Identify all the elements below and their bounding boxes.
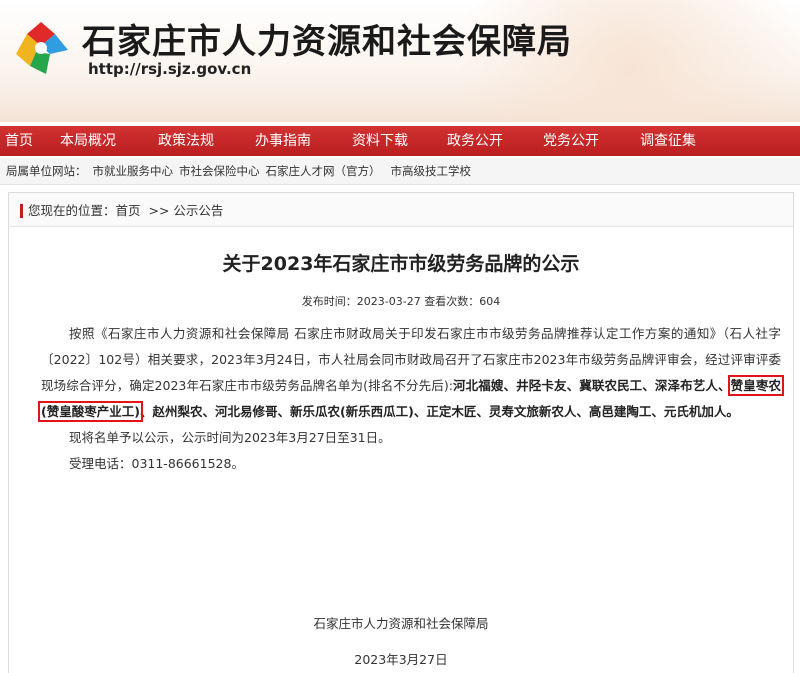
nav-policies[interactable]: 政策法规: [138, 126, 234, 156]
brand-list-part-1: 河北福嫂、井陉卡友、冀联农民工、深泽布艺人、: [452, 378, 731, 393]
breadcrumb: 您现在的位置：首页 >> 公示公告: [9, 193, 793, 227]
main-nav: 首页 本局概况 政策法规 办事指南 资料下载 政务公开 党务公开 调查征集: [0, 126, 800, 156]
nav-gov-affairs[interactable]: 政务公开: [428, 126, 522, 156]
article-paragraph-1: 按照《石家庄市人力资源和社会保障局 石家庄市财政局关于印发石家庄市市级劳务品牌推…: [38, 321, 784, 425]
article-body: 按照《石家庄市人力资源和社会保障局 石家庄市财政局关于印发石家庄市市级劳务品牌推…: [38, 321, 784, 477]
article-paragraph-2: 现将名单予以公示，公示时间为2023年3月27日至31日。: [69, 430, 391, 445]
nav-guide[interactable]: 办事指南: [234, 126, 332, 156]
nav-party-affairs[interactable]: 党务公开: [522, 126, 620, 156]
breadcrumb-home[interactable]: 首页: [116, 203, 141, 218]
site-header: 石家庄市人力资源和社会保障局 http://rsj.sjz.gov.cn: [0, 0, 800, 122]
signature-org: 石家庄市人力资源和社会保障局: [313, 616, 489, 631]
breadcrumb-marker: [20, 203, 23, 218]
affiliated-link-social-insurance[interactable]: 市社会保险中心: [179, 158, 260, 184]
affiliated-link-tech-school[interactable]: 市高级技工学校: [391, 158, 472, 184]
article-paragraph-3: 受理电话：0311-86661528。: [69, 456, 244, 471]
bureau-logo-icon[interactable]: [10, 18, 72, 80]
breadcrumb-current[interactable]: 公示公告: [173, 203, 223, 218]
affiliated-link-talent[interactable]: 石家庄人才网（官方）: [266, 158, 381, 184]
breadcrumb-prefix: 您现在的位置：: [28, 203, 116, 218]
nav-about[interactable]: 本局概况: [38, 126, 138, 156]
site-url[interactable]: http://rsj.sjz.gov.cn: [88, 60, 251, 78]
article-title: 关于2023年石家庄市市级劳务品牌的公示: [222, 253, 580, 275]
breadcrumb-separator: >>: [148, 203, 170, 218]
affiliated-sites-bar: 局属单位网站： 市就业服务中心 市社会保险中心 石家庄人才网（官方） 市高级技工学校: [0, 158, 800, 185]
nav-downloads[interactable]: 资料下载: [332, 126, 428, 156]
article-meta: 发布时间：2023-03-27 查看次数：604: [301, 295, 501, 308]
nav-survey[interactable]: 调查征集: [620, 126, 716, 156]
affiliated-sites-label: 局属单位网站：: [6, 164, 87, 178]
site-title: 石家庄市人力资源和社会保障局: [82, 22, 572, 62]
article-panel: 您现在的位置：首页 >> 公示公告 关于2023年石家庄市市级劳务品牌的公示 发…: [8, 192, 794, 673]
nav-home[interactable]: 首页: [0, 126, 38, 156]
affiliated-link-employment[interactable]: 市就业服务中心: [93, 158, 174, 184]
brand-list-part-2: 、赵州梨农、河北易修哥、新乐瓜农(新乐西瓜工)、正定木匠、灵寿文旅新农人、高邑建…: [139, 404, 739, 419]
signature-date: 2023年3月27日: [354, 652, 448, 667]
